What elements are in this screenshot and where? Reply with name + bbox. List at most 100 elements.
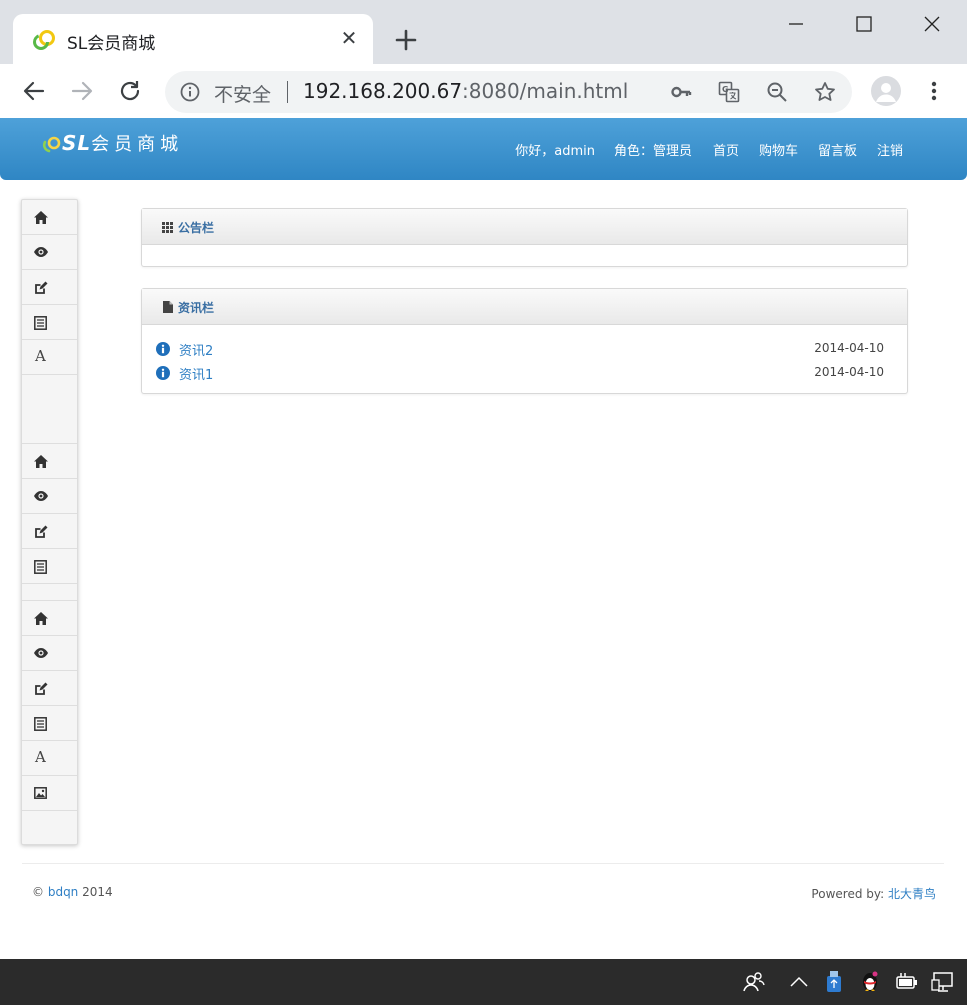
info-icon[interactable] (180, 82, 200, 102)
eye-icon (34, 491, 48, 501)
news-item-date: 2014-04-10 (814, 341, 884, 355)
sidebar-item-home[interactable] (22, 601, 77, 636)
sidebar-item-edit[interactable] (22, 514, 77, 549)
site-header: SL会员商城 你好，admin 角色：管理员 首页 购物车 留言板 注销 (0, 118, 967, 180)
home-icon (34, 211, 48, 224)
grid-icon (162, 222, 173, 233)
browser-chrome: SL会员商城 ✕ 不安全 192.168.200.67:8080/main.ht… (0, 0, 967, 118)
news-panel-header: 资讯栏 (142, 289, 907, 325)
logo-name: 会员商城 (91, 134, 184, 155)
news-item: 资讯1 2014-04-10 (156, 363, 896, 383)
url-rest: :8080/main.html (462, 79, 629, 103)
powered-link[interactable]: 北大青鸟 (888, 887, 936, 901)
translate-icon[interactable]: G (718, 81, 740, 103)
url-host: 192.168.200.67 (303, 79, 463, 103)
nav-guestbook-link[interactable]: 留言板 (818, 140, 857, 159)
minimize-icon[interactable] (786, 14, 806, 34)
bookmark-star-icon[interactable] (814, 81, 836, 103)
nav-home-link[interactable]: 首页 (713, 140, 739, 159)
logo-mark-icon (42, 136, 61, 153)
nav-logout-link[interactable]: 注销 (877, 140, 903, 159)
logo-text: SL (62, 131, 92, 155)
file-icon (163, 301, 173, 313)
address-bar[interactable]: 不安全 192.168.200.67:8080/main.html G (165, 71, 852, 113)
news-item-link[interactable]: 资讯1 (179, 364, 213, 383)
notice-panel-header: 公告栏 (142, 209, 907, 245)
sidebar-item-font[interactable]: A (22, 340, 77, 375)
reload-icon[interactable] (117, 78, 143, 104)
notice-panel: 公告栏 (141, 208, 908, 267)
usb-drive-icon[interactable] (822, 970, 846, 994)
powered-label: Powered by: (811, 887, 885, 901)
key-icon[interactable] (670, 81, 692, 103)
eye-icon (34, 247, 48, 257)
browser-menu-icon[interactable] (924, 79, 944, 103)
profile-avatar[interactable] (871, 76, 901, 106)
nav-cart-link[interactable]: 购物车 (759, 140, 798, 159)
footer-divider (22, 863, 944, 864)
sidebar-item-edit[interactable] (22, 671, 77, 706)
sidebar-item-list[interactable] (22, 706, 77, 741)
info-circle-icon (156, 366, 170, 380)
sidebar-item-list[interactable] (22, 305, 77, 340)
picture-icon (34, 787, 47, 799)
edit-icon (35, 281, 48, 294)
people-icon[interactable] (742, 970, 766, 994)
address-separator (287, 81, 288, 103)
zoom-out-icon[interactable] (766, 81, 788, 103)
list-icon (34, 560, 47, 574)
sidebar-item-view[interactable] (22, 479, 77, 514)
company-link[interactable]: bdqn (48, 885, 78, 899)
browser-toolbar: 不安全 192.168.200.67:8080/main.html G (0, 64, 967, 118)
info-circle-icon (156, 342, 170, 356)
news-item: 资讯2 2014-04-10 (156, 339, 896, 359)
news-panel-title: 资讯栏 (178, 301, 215, 315)
windows-taskbar (0, 959, 967, 1005)
news-item-link[interactable]: 资讯2 (179, 340, 213, 359)
edit-icon (35, 525, 48, 538)
forward-icon[interactable] (69, 78, 95, 104)
back-icon[interactable] (21, 78, 47, 104)
tab-close-icon[interactable]: ✕ (337, 26, 361, 50)
tab-title: SL会员商城 (67, 34, 156, 54)
notice-panel-title: 公告栏 (178, 221, 215, 235)
copyright-year: 2014 (82, 885, 113, 899)
network-icon[interactable] (931, 970, 955, 994)
maximize-icon[interactable] (854, 14, 874, 34)
svg-text:G: G (722, 85, 729, 94)
qq-penguin-icon[interactable] (858, 970, 882, 994)
sidebar-item-view[interactable] (22, 235, 77, 270)
home-icon (34, 455, 48, 468)
person-icon (876, 83, 896, 102)
list-icon (34, 717, 47, 731)
sidebar-item-picture[interactable] (22, 776, 77, 811)
security-label: 不安全 (214, 84, 272, 106)
browser-tab[interactable]: SL会员商城 ✕ (13, 14, 373, 64)
sidebar-item-list[interactable] (22, 549, 77, 584)
font-icon: A (35, 347, 46, 365)
font-icon: A (35, 748, 46, 766)
news-item-date: 2014-04-10 (814, 365, 884, 379)
url-text[interactable]: 192.168.200.67:8080/main.html (303, 79, 628, 103)
sidebar-item-view[interactable] (22, 636, 77, 671)
site-logo[interactable]: SL会员商城 (40, 130, 183, 158)
news-panel: 资讯栏 资讯2 2014-04-10 资讯1 2014-04-10 (141, 288, 908, 394)
chevron-up-icon[interactable] (787, 970, 811, 994)
sidebar-item-home[interactable] (22, 444, 77, 479)
edit-icon (35, 682, 48, 695)
new-tab-icon[interactable] (392, 26, 420, 54)
close-window-icon[interactable] (922, 14, 942, 34)
sidebar-item-edit[interactable] (22, 270, 77, 305)
list-icon (34, 316, 47, 330)
footer-powered: Powered by: 北大青鸟 (811, 885, 936, 902)
copyright-symbol: © (32, 885, 44, 899)
sidebar-item-font[interactable]: A (22, 741, 77, 776)
battery-power-icon[interactable] (895, 970, 919, 994)
eye-icon (34, 648, 48, 658)
footer-copyright: © bdqn 2014 (32, 885, 113, 899)
site-favicon-icon (33, 30, 55, 50)
left-sidebar: A A (21, 199, 78, 845)
sidebar-item-home[interactable] (22, 200, 77, 235)
home-icon (34, 612, 48, 625)
user-role: 角色：管理员 (613, 144, 692, 159)
